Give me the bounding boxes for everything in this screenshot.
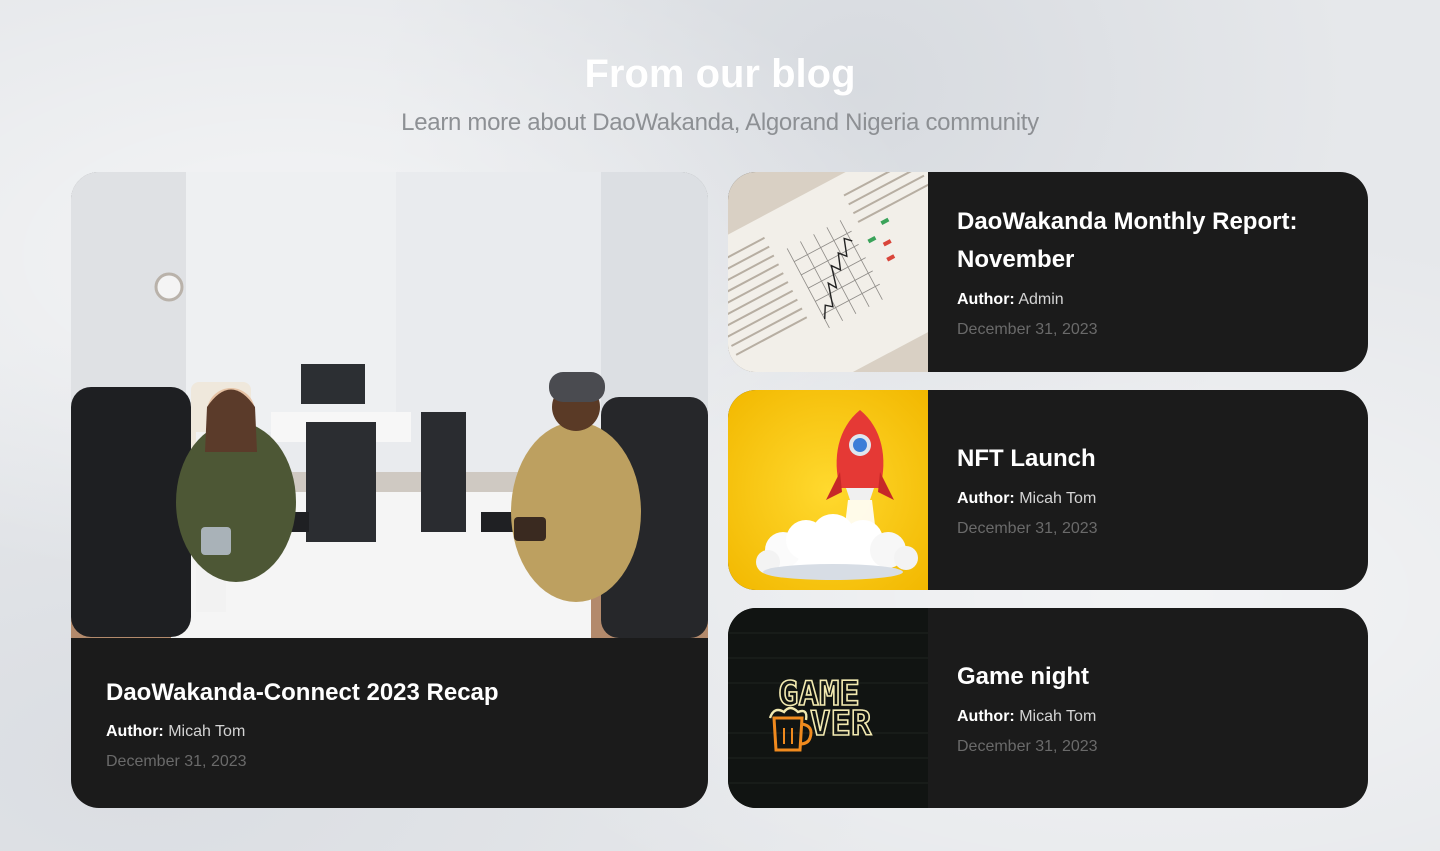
post-author: Author: Micah Tom [957, 706, 1328, 728]
post-card[interactable]: DaoWakanda Monthly Report: November Auth… [728, 172, 1368, 372]
author-name: Micah Tom [168, 723, 246, 740]
post-body: Game night Author: Micah Tom December 31… [957, 608, 1328, 808]
post-title[interactable]: Game night [957, 658, 1328, 696]
section-title: From our blog [584, 52, 856, 96]
post-card[interactable]: GAME VER Game night Author: Micah Tom De… [728, 608, 1368, 808]
featured-post-image [71, 172, 708, 638]
author-name: Micah Tom [1019, 708, 1097, 725]
author-label: Author: [957, 291, 1015, 308]
post-author: Author: Admin [957, 289, 1328, 311]
report-chart-image [728, 172, 928, 372]
author-label: Author: [957, 490, 1015, 507]
game-over-image: GAME VER [728, 608, 928, 808]
author-name: Micah Tom [1019, 490, 1097, 507]
post-author: Author: Micah Tom [106, 721, 678, 743]
featured-post-body: DaoWakanda-Connect 2023 Recap Author: Mi… [106, 677, 678, 773]
post-body: NFT Launch Author: Micah Tom December 31… [957, 390, 1328, 590]
post-card[interactable]: NFT Launch Author: Micah Tom December 31… [728, 390, 1368, 590]
post-title[interactable]: NFT Launch [957, 440, 1328, 478]
post-author: Author: Micah Tom [957, 488, 1328, 510]
post-title[interactable]: DaoWakanda-Connect 2023 Recap [106, 677, 678, 709]
blog-header: From our blog Learn more about DaoWakand… [0, 48, 1440, 138]
post-date: December 31, 2023 [957, 321, 1098, 338]
author-label: Author: [106, 723, 164, 740]
featured-post-card[interactable]: DaoWakanda-Connect 2023 Recap Author: Mi… [71, 172, 708, 808]
post-body: DaoWakanda Monthly Report: November Auth… [957, 172, 1328, 372]
author-label: Author: [957, 708, 1015, 725]
author-name: Admin [1018, 291, 1064, 308]
section-subtitle: Learn more about DaoWakanda, Algorand Ni… [401, 109, 1039, 136]
over-text: VER [810, 704, 872, 744]
rocket-image [728, 390, 928, 590]
post-date: December 31, 2023 [957, 520, 1098, 537]
post-date: December 31, 2023 [106, 753, 247, 770]
post-date: December 31, 2023 [957, 738, 1098, 755]
post-title[interactable]: DaoWakanda Monthly Report: November [957, 203, 1328, 279]
